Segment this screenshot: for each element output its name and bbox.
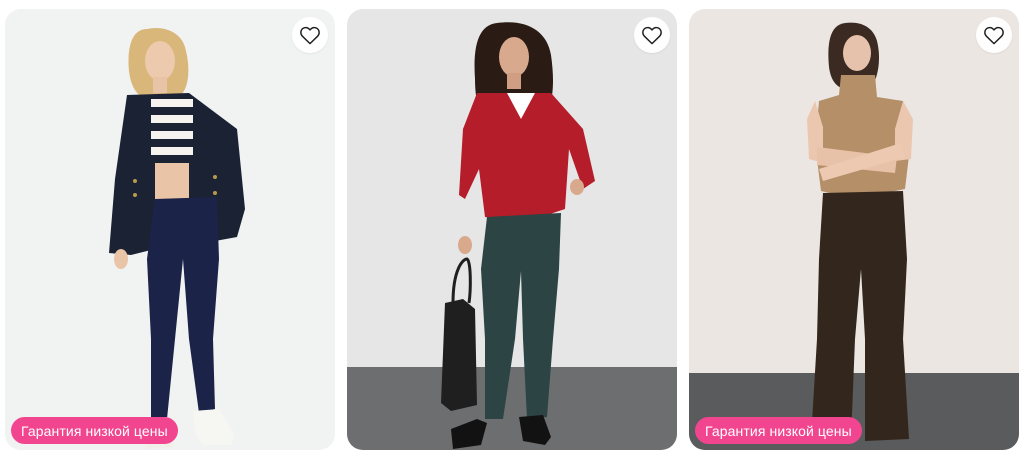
product-card[interactable] xyxy=(347,9,677,450)
heart-icon xyxy=(984,26,1004,45)
product-card[interactable]: Гарантия низкой цены xyxy=(5,9,335,450)
low-price-guarantee-badge: Гарантия низкой цены xyxy=(695,417,862,444)
product-image[interactable] xyxy=(689,9,1019,450)
product-image[interactable] xyxy=(5,9,335,450)
heart-icon xyxy=(300,26,320,45)
favorite-button[interactable] xyxy=(292,17,328,53)
product-image[interactable] xyxy=(347,9,677,450)
favorite-button[interactable] xyxy=(976,17,1012,53)
product-card[interactable]: Гарантия низкой цены xyxy=(689,9,1019,450)
heart-icon xyxy=(642,26,662,45)
favorite-button[interactable] xyxy=(634,17,670,53)
low-price-guarantee-badge: Гарантия низкой цены xyxy=(11,417,178,444)
product-grid: Гарантия низкой цены Гарантия низкой цен… xyxy=(0,0,1024,452)
